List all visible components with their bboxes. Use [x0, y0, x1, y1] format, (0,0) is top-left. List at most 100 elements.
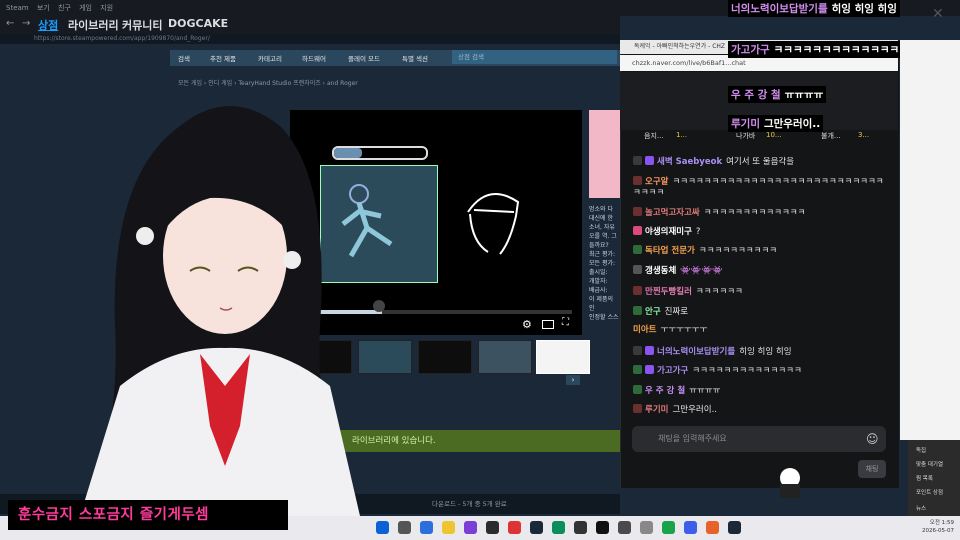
chat-badge-icon — [633, 404, 642, 413]
settings-gear-icon[interactable]: ⚙ — [522, 318, 532, 331]
store-search-input[interactable]: 상점 검색 — [452, 50, 617, 64]
store-menu-hardware[interactable]: 하드웨어 — [302, 53, 326, 63]
side-menu-item[interactable]: 찜 목록 — [916, 474, 933, 482]
app-icon[interactable] — [662, 521, 675, 534]
chat-nickname[interactable]: 너의노력이보답받기를 — [657, 347, 735, 357]
app-icon[interactable] — [618, 521, 631, 534]
overlay-chat-message: 너의노력이보답받기를 히잉 히잉 히잉 — [728, 0, 900, 17]
store-menu-special[interactable]: 특별 섹션 — [402, 53, 428, 63]
chat-text: ㅋㅋㅋㅋㅋㅋㅋㅋㅋㅋ — [698, 246, 778, 256]
theater-mode-icon[interactable] — [542, 320, 554, 329]
app-icon[interactable] — [464, 521, 477, 534]
side-menu-item[interactable]: 뉴스 — [916, 504, 926, 512]
fullscreen-icon[interactable]: ⛶ — [562, 317, 569, 328]
chat-message: 독타업 전문가 ㅋㅋㅋㅋㅋㅋㅋㅋㅋㅋ — [633, 245, 888, 257]
chat-nickname[interactable]: 가고가구 — [657, 366, 688, 376]
chat-badge-icon — [633, 245, 642, 254]
chat-nickname[interactable]: 루기미 — [645, 405, 668, 415]
desc-line: 오를 역. 그 — [589, 233, 617, 240]
chat-nickname[interactable]: 만찐두빵킬러 — [645, 287, 692, 297]
mascot-sticker — [770, 464, 810, 500]
chat-nickname[interactable]: 놀고먹고자고싸 — [645, 208, 700, 218]
chat-nickname[interactable]: 오구알 — [645, 177, 668, 187]
chat-message: 만찐두빵킬러 ㅋㅋㅋㅋㅋㅋ — [633, 286, 888, 298]
system-clock[interactable]: 오전 1:59 2026-05-07 — [922, 519, 954, 535]
app-icon[interactable] — [552, 521, 565, 534]
folder-icon[interactable] — [442, 521, 455, 534]
app-icon[interactable] — [596, 521, 609, 534]
chat-message: 놀고먹고자고싸 ㅋㅋㅋㅋㅋㅋㅋㅋㅋㅋㅋㅋㅋ — [633, 207, 888, 219]
chat-text: ㅋㅋㅋㅋㅋㅋ — [695, 287, 743, 297]
drawing-head-icon — [467, 193, 520, 255]
chat-text: ㅋㅋㅋㅋㅋㅋㅋㅋㅋㅋㅋㅋㅋㅋ — [692, 366, 802, 376]
desc-line: 개발자: — [589, 278, 608, 285]
chat-input[interactable]: 채팅을 입력해주세요 — [632, 426, 886, 452]
tab-community[interactable]: 커뮤니티 — [122, 17, 162, 33]
back-arrow-icon[interactable]: ← — [6, 18, 14, 29]
obs-icon[interactable] — [574, 521, 587, 534]
app-icon[interactable] — [684, 521, 697, 534]
thumbnail[interactable] — [478, 340, 532, 374]
steam-menu-view[interactable]: 보기 — [37, 4, 50, 12]
side-menu-item[interactable]: 포인트 상점 — [916, 488, 943, 496]
donor-name: 음지... — [644, 132, 664, 140]
chat-badge-icon — [633, 176, 642, 185]
chat-url-text: chzzk.naver.com/live/b6Baf1...chat — [632, 59, 746, 67]
donor-amount: 10... — [766, 131, 782, 139]
steam-icon[interactable] — [728, 521, 741, 534]
chat-message: 너의노력이보답받기를 히잉 히잉 히잉 — [633, 346, 888, 358]
chat-text: 진짜로 — [664, 307, 689, 317]
store-menu-play-mode[interactable]: 플레이 모드 — [348, 53, 380, 63]
desc-line: 들까요? — [589, 242, 609, 249]
forward-arrow-icon[interactable]: → — [22, 18, 30, 29]
desc-line: 대신에 한 — [589, 215, 613, 222]
desc-line: 이 제품의 인 — [589, 296, 613, 312]
tab-library[interactable]: 라이브러리 — [68, 17, 119, 33]
chat-nickname[interactable]: 갱생동체 — [645, 266, 676, 276]
store-menu-featured[interactable]: 추천 제품 — [210, 53, 236, 63]
gear-icon[interactable] — [640, 521, 653, 534]
chat-message: 루기미 그만우러이.. — [633, 404, 888, 416]
desktop-background — [900, 40, 960, 440]
steam-menu-help[interactable]: 지원 — [100, 4, 113, 12]
steam-menu-games[interactable]: 게임 — [79, 4, 92, 12]
chat-badge-icon — [645, 156, 654, 165]
chat-badge-icon — [633, 306, 642, 315]
desc-line: 멍소와 다 — [589, 206, 613, 213]
chat-nickname[interactable]: 야생의재미구 — [645, 227, 692, 237]
store-menu-search[interactable]: 검색 — [178, 53, 190, 63]
overlay-chat-nickname: 루기미 — [731, 118, 760, 130]
edge-icon[interactable] — [420, 521, 433, 534]
app-icon[interactable] — [706, 521, 719, 534]
close-icon[interactable]: ✕ — [932, 6, 944, 22]
chat-badge-icon — [633, 207, 642, 216]
chat-message: 갱생동체 👾👾👾👾 — [633, 265, 888, 277]
app-icon[interactable] — [530, 521, 543, 534]
thumbnail-next-icon[interactable]: › — [566, 375, 580, 385]
search-icon[interactable] — [398, 521, 411, 534]
app-icon[interactable] — [508, 521, 521, 534]
chat-nickname[interactable]: 우 주 강 철 — [645, 386, 685, 396]
chat-nickname[interactable]: 안구 — [645, 307, 661, 317]
thumbnail[interactable] — [418, 340, 472, 374]
tab-store[interactable]: 상점 — [38, 17, 58, 33]
app-icon[interactable] — [486, 521, 499, 534]
desc-line: 인정할 스스 — [589, 314, 619, 321]
chat-nickname[interactable]: 새벽 Saebyeok — [657, 157, 722, 167]
store-side-menu: 독집 맞춤 대기열 찜 목록 포인트 상점 뉴스 — [908, 440, 960, 516]
clock-time: 오전 1:59 — [929, 520, 954, 526]
side-menu-item[interactable]: 맞춤 대기열 — [916, 460, 943, 468]
emoji-icon[interactable]: ☺ — [866, 432, 879, 446]
thumbnail-selected[interactable] — [536, 340, 590, 374]
start-icon[interactable] — [376, 521, 389, 534]
chat-send-button[interactable]: 채팅 — [858, 460, 886, 478]
tab-profile[interactable]: DOGCAKE — [168, 17, 228, 30]
chat-nickname[interactable]: 미아트 — [633, 325, 656, 335]
store-menu-categories[interactable]: 카테고리 — [258, 53, 282, 63]
steam-menu-friends[interactable]: 친구 — [58, 4, 71, 12]
side-menu-item[interactable]: 독집 — [916, 446, 926, 454]
capsule-image — [589, 110, 620, 198]
donor-amount: 1... — [676, 131, 688, 139]
steam-menu-steam[interactable]: Steam — [6, 4, 29, 12]
chat-nickname[interactable]: 독타업 전문가 — [645, 246, 695, 256]
